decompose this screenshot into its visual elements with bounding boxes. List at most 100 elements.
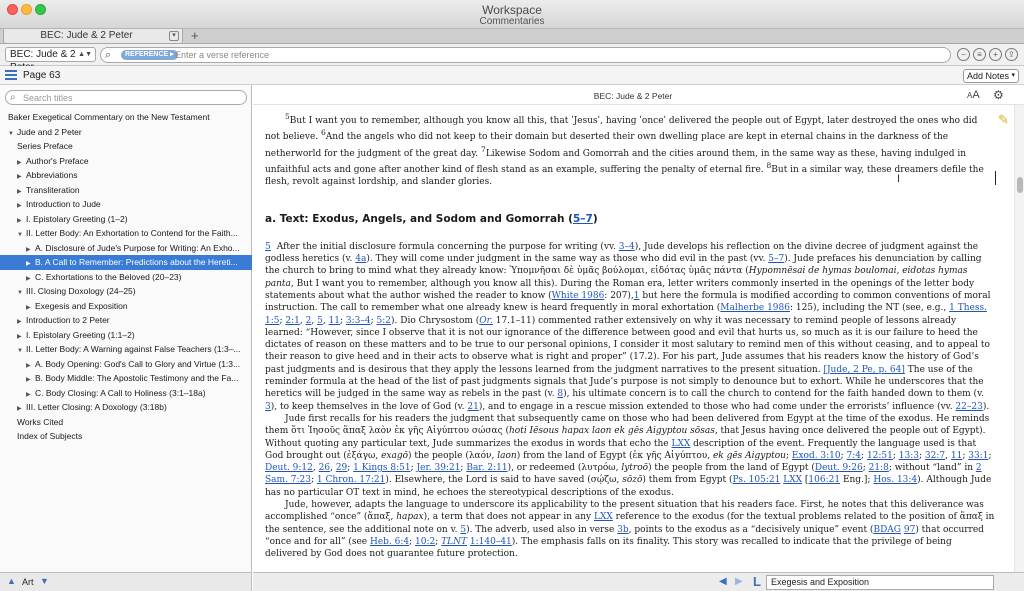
tab-bec-jude-2-peter[interactable]: BEC: Jude & 2 Peter ▾ [3,29,183,44]
reference-link[interactable]: Deut. 9:26 [815,463,863,473]
reference-link[interactable]: 5–7 [768,254,784,264]
toc-item[interactable]: ▶ Abbreviations [0,168,252,183]
reference-link[interactable]: 3:3–4 [346,316,371,326]
reference-link[interactable]: 2 [306,316,312,326]
reference-link[interactable]: TLNT [441,537,467,547]
reference-link[interactable]: 13:3 [899,451,919,461]
reference-link[interactable]: 10:2 [415,537,435,547]
disclosure-expanded-icon[interactable]: ▼ [17,286,26,299]
toc-item[interactable]: ▶ I. Epistolary Greeting (1:1–2) [0,328,252,343]
reference-link[interactable]: 12:51 [867,451,893,461]
font-size-icon[interactable]: AA [967,89,980,101]
disclosure-collapsed-icon[interactable]: ▶ [17,330,26,343]
zoom-out-icon[interactable]: − [957,48,970,61]
reference-link[interactable]: Or. [479,316,493,326]
reference-search-box[interactable]: ⌕ REFERENCE ▸ [100,47,951,63]
reference-link[interactable]: [Jude, 2 Pe, p. 64] [823,365,904,375]
title-search-box[interactable]: ⌕ [5,90,247,105]
toc-item[interactable]: ▶ B. A Call to Remember: Predictions abou… [0,255,252,270]
reader-scrollbar[interactable] [1014,105,1024,572]
reference-link[interactable]: 97 [904,525,915,535]
disclosure-collapsed-icon[interactable]: ▶ [17,402,26,415]
reference-link[interactable]: 7:4 [847,451,861,461]
reference-link[interactable]: White 1986 [552,291,605,301]
reference-link[interactable]: 1 [634,291,640,301]
reference-link[interactable]: 3 [265,402,271,412]
toc-item[interactable]: ▶ C. Exhortations to the Beloved (20–23) [0,270,252,285]
add-icon[interactable]: + [989,48,1002,61]
disclosure-collapsed-icon[interactable]: ▶ [26,257,35,270]
toc-item[interactable]: ▶ C. Body Closing: A Call to Holiness (3:… [0,386,252,401]
reference-link[interactable]: Bar. 2:11 [466,463,507,473]
toc-item[interactable]: Series Preface [0,139,252,154]
toc-item[interactable]: ▶ Author's Preface [0,154,252,169]
reference-link[interactable]: 106:21 [808,475,840,485]
reference-link[interactable]: BDAG [873,525,901,535]
disclosure-collapsed-icon[interactable]: ▶ [17,156,26,169]
reference-link[interactable]: 3–4 [619,242,635,252]
toc-item[interactable]: ▼ II. Letter Body: A Warning against Fals… [0,342,252,357]
add-tab-button[interactable]: + [191,29,199,43]
toc-item[interactable]: ▶ A. Body Opening: God's Call to Glory an… [0,357,252,372]
share-icon[interactable]: ⇪ [1005,48,1018,61]
reference-link[interactable]: 1:140–41 [470,537,512,547]
toc-item[interactable]: Baker Exegetical Commentary on the New T… [0,110,252,125]
disclosure-collapsed-icon[interactable]: ▶ [26,359,35,372]
disclosure-collapsed-icon[interactable]: ▶ [17,170,26,183]
toc-item[interactable]: Works Cited [0,415,252,430]
disclosure-expanded-icon[interactable]: ▼ [8,127,17,140]
scrollbar-thumb[interactable] [1017,177,1023,193]
resource-selector[interactable]: BEC: Jude & 2 Peter ▲▼ [5,47,96,73]
toc-item[interactable]: ▶ III. Letter Closing: A Doxology (3:18b) [0,400,252,415]
disclosure-collapsed-icon[interactable]: ▶ [26,272,35,285]
reference-link[interactable]: LXX [594,512,613,522]
reference-link[interactable]: Hos. 13:4 [873,475,917,485]
verse-number-link[interactable]: 5 [265,242,271,252]
add-notes-button[interactable]: Add Notes ▾ [963,69,1019,83]
reference-type-pill[interactable]: REFERENCE ▸ [121,50,178,60]
forward-arrow-icon[interactable]: ▶ [735,576,743,587]
reference-link[interactable]: 33:1 [968,451,988,461]
section-heading-ref-link[interactable]: 5–7 [573,213,593,225]
list-icon[interactable]: ≡ [973,48,986,61]
reference-link[interactable]: Jer. 39:21 [417,463,461,473]
back-arrow-icon[interactable]: ◀ [719,576,727,587]
toc-item[interactable]: ▼ II. Letter Body: An Exhortation to Cont… [0,226,252,241]
disclosure-collapsed-icon[interactable]: ▶ [26,301,35,314]
reference-link[interactable]: LXX [783,475,802,485]
toc-item[interactable]: ▶ B. Body Middle: The Apostolic Testimony… [0,371,252,386]
triangle-up-icon[interactable]: ▲ [7,576,16,586]
reference-link[interactable]: 5 [460,525,466,535]
toc-item[interactable]: ▶ Introduction to 2 Peter [0,313,252,328]
disclosure-collapsed-icon[interactable]: ▶ [17,214,26,227]
gear-icon[interactable]: ⚙ [993,88,1004,102]
reference-link[interactable]: 4a [355,254,366,264]
reference-link[interactable]: Ps. 105:21 [733,475,781,485]
chevron-down-icon[interactable]: ▾ [169,31,179,41]
reference-link[interactable]: 5:2 [377,316,391,326]
reference-link[interactable]: 32:7 [925,451,945,461]
reference-link[interactable]: 21 [467,402,478,412]
reference-link[interactable]: 1 Chron. 17:21 [317,475,385,485]
reference-link[interactable]: Deut. 9:12 [265,463,313,473]
table-of-contents-icon[interactable] [5,70,17,81]
current-section-field[interactable]: Exegesis and Exposition [766,575,994,590]
reference-link[interactable]: Malherbe 1986 [720,303,790,313]
reference-link[interactable]: Exod. 3:10 [792,451,841,461]
reference-link[interactable]: 22–23 [955,402,982,412]
triangle-down-icon[interactable]: ▼ [40,576,49,586]
reference-link[interactable]: 8 [557,389,563,399]
link-set-icon[interactable]: L [753,574,761,589]
disclosure-expanded-icon[interactable]: ▼ [17,344,26,357]
disclosure-collapsed-icon[interactable]: ▶ [26,388,35,401]
reference-link[interactable]: 1 Thess. 1:5 [265,303,987,325]
verse-reference-input[interactable] [175,49,935,61]
disclosure-collapsed-icon[interactable]: ▶ [26,243,35,256]
reference-link[interactable]: 3b [617,525,629,535]
toc-item[interactable]: Index of Subjects [0,429,252,444]
reference-link[interactable]: 26 [319,463,330,473]
toc-item[interactable]: ▼ Jude and 2 Peter [0,125,252,140]
pencil-icon[interactable]: ✎ [998,112,1009,128]
reference-link[interactable]: 21:8 [869,463,889,473]
disclosure-expanded-icon[interactable]: ▼ [17,228,26,241]
